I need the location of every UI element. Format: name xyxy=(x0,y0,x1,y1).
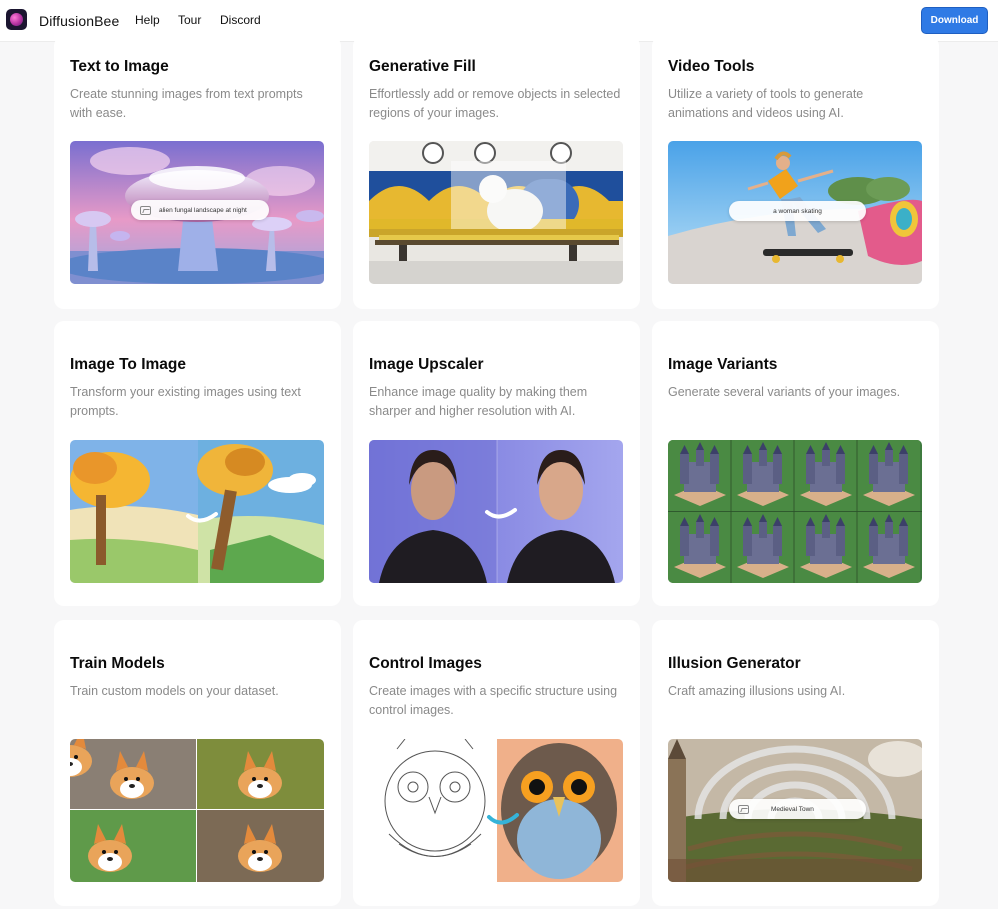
prompt-pill: Medieval Town xyxy=(729,799,866,819)
card-title: Video Tools xyxy=(668,58,755,75)
prompt-text: Medieval Town xyxy=(771,805,814,813)
download-button[interactable]: Download xyxy=(921,7,988,34)
card-thumbnail-image: alien fungal landscape at night xyxy=(70,141,324,284)
card-description: Utilize a variety of tools to generate a… xyxy=(668,87,864,120)
feature-card-image-variants[interactable]: Image Variants Generate several variants… xyxy=(652,321,939,606)
feature-card-train-models[interactable]: Train Models Train custom models on your… xyxy=(54,620,341,906)
card-thumbnail-image xyxy=(369,739,623,882)
feature-card-text-to-image[interactable]: Text to Image Create stunning images fro… xyxy=(54,36,341,309)
card-thumbnail-image: Medieval Town xyxy=(668,739,922,882)
card-title: Image Upscaler xyxy=(369,356,484,373)
app-logo-icon[interactable] xyxy=(6,9,27,30)
card-thumbnail-image: a woman skating xyxy=(668,141,922,284)
card-title: Image Variants xyxy=(668,356,778,373)
image-icon xyxy=(738,804,749,814)
feature-card-illusion-generator[interactable]: Illusion Generator Craft amazing illusio… xyxy=(652,620,939,906)
card-description: Transform your existing images using tex… xyxy=(70,385,301,418)
image-icon xyxy=(140,205,151,215)
card-thumbnail-image xyxy=(70,440,324,583)
prompt-text: alien fungal landscape at night xyxy=(159,206,247,214)
brand-name[interactable]: DiffusionBee xyxy=(39,13,119,29)
nav-discord-link[interactable]: Discord xyxy=(220,13,261,27)
nav-help-link[interactable]: Help xyxy=(135,13,160,27)
prompt-pill: a woman skating xyxy=(729,201,866,221)
card-thumbnail-image xyxy=(668,440,922,583)
card-title: Image To Image xyxy=(70,356,186,373)
card-title: Control Images xyxy=(369,655,482,672)
nav-tour-link[interactable]: Tour xyxy=(178,13,201,27)
card-description: Effortlessly add or remove objects in se… xyxy=(369,87,621,120)
card-title: Text to Image xyxy=(70,58,169,75)
feature-card-image-to-image[interactable]: Image To Image Transform your existing i… xyxy=(54,321,341,606)
card-description: Enhance image quality by making them sha… xyxy=(369,385,588,418)
card-title: Illusion Generator xyxy=(668,655,801,672)
card-description: Craft amazing illusions using AI. xyxy=(668,684,846,698)
card-title: Generative Fill xyxy=(369,58,476,75)
feature-card-control-images[interactable]: Control Images Create images with a spec… xyxy=(353,620,640,906)
card-thumbnail-image xyxy=(369,440,623,583)
feature-card-generative-fill[interactable]: Generative Fill Effortlessly add or remo… xyxy=(353,36,640,309)
feature-card-video-tools[interactable]: Video Tools Utilize a variety of tools t… xyxy=(652,36,939,309)
prompt-text: a woman skating xyxy=(773,207,822,215)
card-description: Create images with a specific structure … xyxy=(369,684,618,717)
card-description: Generate several variants of your images… xyxy=(668,385,901,399)
prompt-pill: alien fungal landscape at night xyxy=(131,200,269,220)
card-thumbnail-image xyxy=(369,141,623,284)
card-thumbnail-image xyxy=(70,739,324,882)
card-description: Train custom models on your dataset. xyxy=(70,684,279,698)
feature-card-image-upscaler[interactable]: Image Upscaler Enhance image quality by … xyxy=(353,321,640,606)
card-title: Train Models xyxy=(70,655,165,672)
card-description: Create stunning images from text prompts… xyxy=(70,87,303,120)
